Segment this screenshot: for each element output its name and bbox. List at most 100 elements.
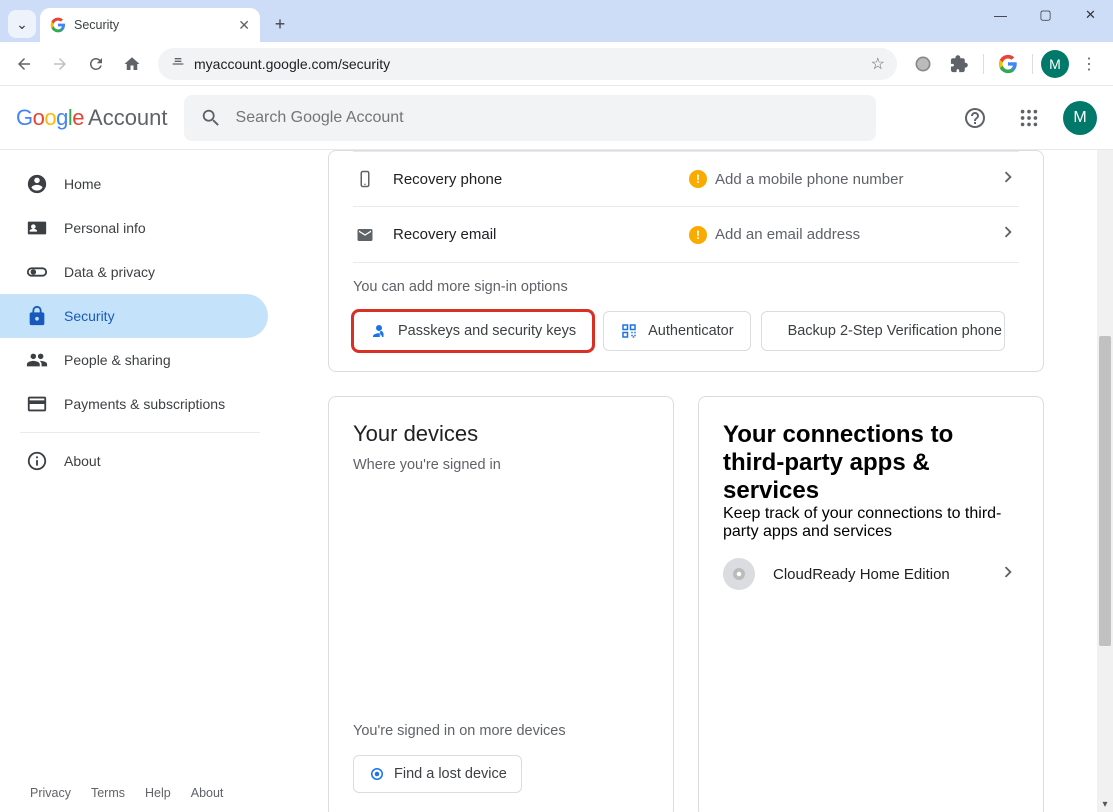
address-bar-text: myaccount.google.com/security [194,56,863,72]
address-bar[interactable]: myaccount.google.com/security ☆ [158,48,897,80]
tab-title: Security [74,18,230,32]
people-icon [26,349,48,371]
locate-icon [368,765,386,783]
devices-subtitle: Where you're signed in [353,457,649,473]
chip-backup-phone[interactable]: Backup 2-Step Verification phone [761,311,1005,351]
account-avatar[interactable]: M [1063,101,1097,135]
search-icon [200,107,222,129]
chip-label: Backup 2-Step Verification phone [788,323,1002,339]
sidebar-item-label: Payments & subscriptions [64,396,225,412]
lock-icon [26,305,48,327]
sidebar-item-people-sharing[interactable]: People & sharing [0,338,268,382]
window-minimize[interactable]: — [978,0,1023,30]
footer-help[interactable]: Help [145,786,171,800]
sidebar-item-label: Home [64,176,101,192]
app-icon [723,558,755,590]
phone-icon [353,170,377,188]
devices-more-text: You're signed in on more devices [353,723,649,739]
chevron-right-icon [997,221,1019,248]
new-tab-button[interactable]: + [266,10,294,38]
sidebar-item-data-privacy[interactable]: Data & privacy [0,250,268,294]
info-icon [26,450,48,472]
devices-title: Your devices [353,421,649,447]
tab-close-icon[interactable]: ✕ [238,17,250,34]
id-card-icon [26,217,48,239]
chip-label: Authenticator [648,323,733,339]
page-scrollbar[interactable]: ▴ ▾ [1097,86,1113,812]
signin-hint-text: You can add more sign-in options [353,279,1019,295]
warning-icon: ! [689,226,707,244]
tab-favicon [50,17,66,33]
help-icon[interactable] [955,98,995,138]
scrollbar-thumb[interactable] [1099,336,1111,646]
chip-label: Passkeys and security keys [398,323,576,339]
scroll-down-arrow[interactable]: ▾ [1097,796,1113,812]
sidebar-item-security[interactable]: Security [0,294,268,338]
connections-card: Your connections to third-party apps & s… [698,396,1044,812]
chip-authenticator[interactable]: Authenticator [603,311,750,351]
sidebar-item-payments[interactable]: Payments & subscriptions [0,382,268,426]
chrome-profile-avatar[interactable]: M [1041,50,1069,78]
qr-icon [620,322,638,340]
row-label: Recovery phone [393,171,673,188]
devices-card: Your devices Where you're signed in You'… [328,396,674,812]
footer-about[interactable]: About [191,786,224,800]
sidebar-nav: Home Personal info Data & privacy Securi… [0,86,280,812]
row-label: Recovery email [393,226,673,243]
sidebar-divider [20,432,260,433]
connections-subtitle: Keep track of your connections to third-… [723,505,1019,541]
ext-globe-icon[interactable] [907,48,939,80]
sidebar-item-label: People & sharing [64,352,171,368]
toggle-icon [26,261,48,283]
chevron-right-icon [997,166,1019,193]
user-circle-icon [26,173,48,195]
search-input[interactable]: Search Google Account [184,95,876,141]
site-info-icon[interactable] [170,54,186,73]
chrome-menu-icon[interactable]: ⋮ [1073,48,1105,80]
google-logo-text: Google [16,105,84,131]
button-label: Find a lost device [394,766,507,782]
chip-passkeys[interactable]: Passkeys and security keys [353,311,593,351]
google-account-logo[interactable]: Google Account [16,105,168,131]
passkey-icon [370,322,388,340]
sidebar-item-personal-info[interactable]: Personal info [0,206,268,250]
row-recovery-phone[interactable]: Recovery phone ! Add a mobile phone numbe… [353,151,1019,207]
window-maximize[interactable]: ▢ [1023,0,1068,30]
nav-reload-button[interactable] [80,48,112,80]
email-icon [353,226,377,244]
nav-home-button[interactable] [116,48,148,80]
row-recovery-email[interactable]: Recovery email ! Add an email address [353,207,1019,263]
footer-terms[interactable]: Terms [91,786,125,800]
apps-grid-icon[interactable] [1009,98,1049,138]
signin-options-card: Recovery phone ! Add a mobile phone numbe… [328,150,1044,372]
search-placeholder: Search Google Account [236,109,404,127]
sidebar-item-label: Personal info [64,220,146,236]
row-value: Add a mobile phone number [715,171,903,188]
footer-privacy[interactable]: Privacy [30,786,71,800]
google-profile-icon[interactable] [992,48,1024,80]
sidebar-item-about[interactable]: About [0,439,268,483]
account-logo-text: Account [88,105,168,131]
footer-links: Privacy Terms Help About [30,786,223,800]
tab-search-dropdown[interactable]: ⌄ [8,10,36,38]
chevron-right-icon [997,561,1019,588]
browser-tab[interactable]: Security ✕ [40,8,260,42]
warning-icon: ! [689,170,707,188]
find-lost-device-button[interactable]: Find a lost device [353,755,522,793]
browser-chrome: — ▢ ✕ ⌄ Security ✕ + myaccount.google.co… [0,0,1113,86]
sidebar-item-label: About [64,453,101,469]
nav-forward-button[interactable] [44,48,76,80]
sidebar-item-home[interactable]: Home [0,162,268,206]
sidebar-item-label: Data & privacy [64,264,155,280]
connection-label: CloudReady Home Edition [773,566,979,583]
bookmark-star-icon[interactable]: ☆ [871,54,885,74]
extensions-icon[interactable] [943,48,975,80]
row-value: Add an email address [715,226,860,243]
nav-back-button[interactable] [8,48,40,80]
page-header: Google Account Search Google Account M [0,86,1113,150]
sidebar-item-label: Security [64,308,115,324]
connection-item[interactable]: CloudReady Home Edition [723,551,1019,597]
connections-title: Your connections to third-party apps & s… [723,421,1019,505]
window-close[interactable]: ✕ [1068,0,1113,30]
credit-card-icon [26,393,48,415]
